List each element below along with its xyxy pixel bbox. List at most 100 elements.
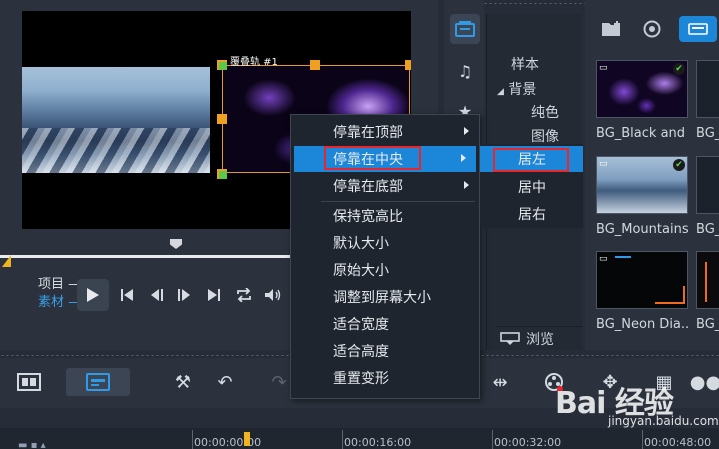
thumbnail-caption: BG_Black and ... bbox=[596, 126, 688, 141]
repeat-button[interactable] bbox=[233, 286, 255, 304]
resize-handle-top-mid[interactable] bbox=[310, 60, 320, 70]
thumbnail-image: ▭ ✔ bbox=[596, 60, 688, 118]
menu-item-default-size[interactable]: 默认大小 bbox=[291, 230, 479, 256]
submenu-item-align-center[interactable]: 居中 bbox=[480, 174, 583, 200]
thumbnail-bg-mountains[interactable]: ▭ ✔ BG_Mountains.... bbox=[596, 156, 688, 237]
undo-icon: ↶ bbox=[217, 371, 233, 393]
thumbnail-image: ▭ ✔ bbox=[596, 156, 688, 214]
submenu-arrow-icon bbox=[461, 154, 466, 162]
browse-label: 浏览 bbox=[526, 331, 554, 348]
film-icon: ▭ bbox=[599, 254, 608, 264]
submenu-arrow-icon bbox=[464, 127, 469, 135]
browse-icon bbox=[500, 331, 520, 345]
thumbnail-bg-neon[interactable]: ▭ BG_Neon Dia... bbox=[596, 251, 688, 332]
ruler-tick-mark bbox=[342, 430, 343, 449]
wrench-icon: ⚒ bbox=[174, 371, 192, 393]
tree-item-image[interactable]: 图像 bbox=[531, 126, 559, 146]
folder-add-icon bbox=[602, 21, 620, 36]
highlight-box-dock-center bbox=[324, 146, 421, 170]
aperture-icon bbox=[643, 20, 661, 38]
fit-timeline-button[interactable]: ⇹ bbox=[486, 368, 514, 396]
previous-frame-button[interactable] bbox=[148, 286, 166, 304]
resize-handle-mid-left[interactable] bbox=[217, 114, 227, 124]
ruler-time-label: 00:00:16:00 bbox=[344, 436, 412, 449]
repeat-icon bbox=[237, 288, 251, 302]
ruler-tick-mark bbox=[642, 430, 643, 449]
video-editor-window: 覆叠轨 #1 项目 — 素材 — ♫ ★ 样本 ◢ 背景 纯色 图像 浏览 ▭ … bbox=[0, 0, 719, 449]
import-folder-button[interactable] bbox=[600, 16, 624, 42]
submenu-item-align-right[interactable]: 居右 bbox=[480, 201, 583, 227]
thumbnail-bg-black[interactable]: ▭ ✔ BG_Black and ... bbox=[596, 60, 688, 141]
menu-item-dock-bottom[interactable]: 停靠在底部 bbox=[291, 173, 479, 199]
menu-item-original-size[interactable]: 原始大小 bbox=[291, 257, 479, 283]
tree-item-samples[interactable]: 样本 bbox=[511, 54, 539, 74]
expand-horizontal-icon: ⇹ bbox=[492, 371, 508, 393]
menu-item-fit-width[interactable]: 适合宽度 bbox=[291, 311, 479, 337]
ruler-tick-mark bbox=[192, 430, 193, 449]
undo-button[interactable]: ↶ bbox=[212, 368, 238, 396]
tree-item-color[interactable]: 纯色 bbox=[531, 102, 559, 122]
neon-line bbox=[683, 286, 685, 304]
more-options-button[interactable]: ●● bbox=[689, 368, 719, 396]
menu-item-label: 停靠在底部 bbox=[333, 179, 403, 195]
play-icon bbox=[87, 288, 99, 302]
expand-arrow-icon: ◢ bbox=[497, 87, 504, 97]
thumbnail-caption: BG_ bbox=[696, 222, 719, 237]
play-button[interactable] bbox=[77, 279, 109, 311]
checkmark-icon: ✔ bbox=[673, 159, 685, 171]
thumbnail-image bbox=[696, 251, 719, 309]
track-header-icons: ▬ ▪ ▴ bbox=[18, 440, 46, 449]
menu-separator bbox=[321, 201, 475, 202]
thumbnail-caption: BG_Mountains.... bbox=[596, 222, 688, 237]
dots-icon: ●● bbox=[689, 371, 719, 393]
resize-handle-top-right[interactable] bbox=[405, 60, 411, 70]
view-mode-button[interactable] bbox=[679, 16, 717, 42]
thumbnail-caption: BG_ bbox=[696, 317, 719, 332]
ruler-tick-mark bbox=[492, 430, 493, 449]
audio-category-button[interactable]: ♫ bbox=[450, 56, 480, 86]
storyboard-view-button[interactable] bbox=[14, 368, 44, 396]
go-to-start-button[interactable] bbox=[118, 286, 136, 304]
filter-button[interactable] bbox=[640, 16, 664, 42]
mode-clip-label[interactable]: 素材 bbox=[38, 295, 64, 310]
browse-button[interactable]: 浏览 bbox=[496, 326, 582, 350]
menu-item-label: 停靠在顶部 bbox=[333, 125, 403, 141]
thumbnail-caption: BG_Neon Dia... bbox=[596, 317, 688, 332]
next-frame-icon bbox=[178, 289, 190, 301]
volume-button[interactable] bbox=[262, 286, 284, 304]
thumbnail-partial-2[interactable]: BG_ bbox=[696, 156, 719, 237]
menu-item-fit-height[interactable]: 适合高度 bbox=[291, 338, 479, 364]
background-video-clip[interactable] bbox=[22, 67, 210, 173]
menu-item-dock-top[interactable]: 停靠在顶部 bbox=[291, 119, 479, 145]
prev-frame-icon bbox=[151, 289, 163, 301]
tree-item-background[interactable]: ◢ 背景 bbox=[497, 79, 536, 99]
go-to-end-button[interactable] bbox=[205, 286, 223, 304]
watermark-url: jingyan.baidu.com bbox=[608, 414, 719, 428]
mode-project-label[interactable]: 项目 bbox=[38, 277, 64, 292]
playback-mode-switch[interactable]: 项目 — 素材 — bbox=[38, 276, 81, 312]
next-frame-button[interactable] bbox=[175, 286, 193, 304]
film-icon: ▭ bbox=[599, 63, 608, 73]
tools-button[interactable]: ⚒ bbox=[170, 368, 196, 396]
film-icon: ▭ bbox=[599, 159, 608, 169]
menu-item-keep-aspect-ratio[interactable]: 保持宽高比 bbox=[291, 203, 479, 229]
speaker-icon bbox=[265, 289, 281, 301]
menu-item-fit-to-screen[interactable]: 调整到屏幕大小 bbox=[291, 284, 479, 310]
thumbnail-image bbox=[696, 60, 719, 118]
distort-handle-bottom-left[interactable] bbox=[219, 171, 227, 179]
thumbnail-partial-1[interactable]: BG_ bbox=[696, 60, 719, 141]
thumbnail-partial-3[interactable]: BG_ bbox=[696, 251, 719, 332]
playhead-marker[interactable] bbox=[244, 432, 250, 446]
thumbnail-view-icon bbox=[688, 23, 708, 35]
redo-button[interactable]: ↷ bbox=[266, 368, 292, 396]
scrubber-handle[interactable] bbox=[170, 239, 182, 249]
highlight-box-align-left bbox=[493, 148, 569, 172]
thumbnail-image bbox=[696, 156, 719, 214]
distort-handle-top-left[interactable] bbox=[219, 62, 227, 70]
media-category-button[interactable] bbox=[450, 14, 480, 44]
menu-item-reset-transform[interactable]: 重置变形 bbox=[291, 365, 479, 391]
timeline-view-button[interactable] bbox=[66, 368, 130, 396]
scrub-bar[interactable] bbox=[0, 255, 300, 258]
neon-line bbox=[655, 302, 685, 304]
timeline-icon bbox=[86, 373, 110, 391]
